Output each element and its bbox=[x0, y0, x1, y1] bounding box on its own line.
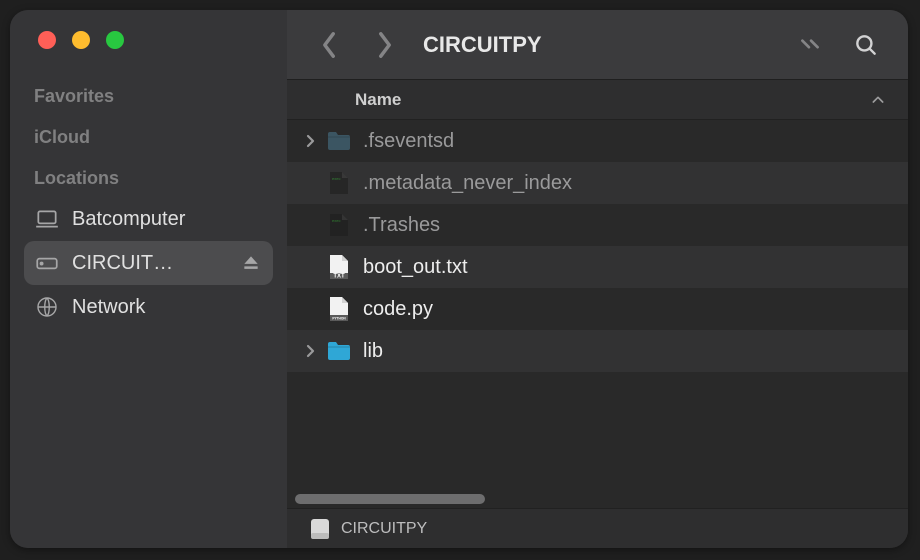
disclosure-triangle-icon[interactable] bbox=[295, 134, 325, 148]
document-icon: TXT bbox=[325, 253, 353, 281]
eject-icon[interactable] bbox=[239, 253, 263, 273]
horizontal-scrollbar[interactable] bbox=[287, 490, 908, 508]
sidebar-item-circuitpy[interactable]: CIRCUIT… bbox=[24, 241, 273, 285]
file-name: .Trashes bbox=[363, 214, 440, 237]
removable-disk-icon bbox=[309, 518, 331, 540]
sort-ascending-icon bbox=[870, 92, 886, 108]
main-pane: CIRCUITPY Name .fseventsd bbox=[287, 10, 908, 548]
window-controls bbox=[10, 10, 287, 70]
search-button[interactable] bbox=[844, 23, 888, 67]
sidebar-item-label: CIRCUIT… bbox=[72, 252, 227, 275]
sidebar-section-favorites[interactable]: Favorites bbox=[10, 70, 287, 111]
document-icon: exec bbox=[325, 169, 353, 197]
file-list[interactable]: .fseventsd exec .metadata_never_index ex… bbox=[287, 120, 908, 486]
sidebar-items: Batcomputer CIRCUIT… bbox=[10, 193, 287, 329]
finder-window: Favorites iCloud Locations Batcomputer C… bbox=[10, 10, 908, 548]
pathbar-item[interactable]: CIRCUITPY bbox=[341, 520, 427, 538]
file-name: code.py bbox=[363, 298, 433, 321]
file-row[interactable]: TXT boot_out.txt bbox=[287, 246, 908, 288]
globe-icon bbox=[34, 294, 60, 320]
svg-text:PYTHON: PYTHON bbox=[332, 317, 346, 321]
file-row[interactable]: PYTHON code.py bbox=[287, 288, 908, 330]
back-button[interactable] bbox=[307, 23, 351, 67]
drive-icon bbox=[34, 250, 60, 276]
laptop-icon bbox=[34, 206, 60, 232]
sidebar-section-icloud[interactable]: iCloud bbox=[10, 111, 287, 152]
column-header-label: Name bbox=[355, 90, 401, 110]
pathbar[interactable]: CIRCUITPY bbox=[287, 508, 908, 548]
sidebar-item-batcomputer[interactable]: Batcomputer bbox=[24, 197, 273, 241]
maximize-icon[interactable] bbox=[106, 31, 124, 49]
file-name: boot_out.txt bbox=[363, 256, 468, 279]
document-icon: exec bbox=[325, 211, 353, 239]
folder-icon bbox=[325, 127, 353, 155]
svg-text:exec: exec bbox=[332, 218, 340, 223]
toolbar: CIRCUITPY bbox=[287, 10, 908, 80]
file-name: .metadata_never_index bbox=[363, 172, 572, 195]
scrollbar-thumb[interactable] bbox=[295, 494, 485, 504]
svg-text:exec: exec bbox=[332, 176, 340, 181]
file-row[interactable]: lib bbox=[287, 330, 908, 372]
document-icon: PYTHON bbox=[325, 295, 353, 323]
sidebar-item-label: Network bbox=[72, 296, 263, 319]
sidebar: Favorites iCloud Locations Batcomputer C… bbox=[10, 10, 287, 548]
file-row[interactable]: exec .metadata_never_index bbox=[287, 162, 908, 204]
svg-text:TXT: TXT bbox=[333, 274, 345, 280]
forward-button[interactable] bbox=[363, 23, 407, 67]
sidebar-section-locations[interactable]: Locations bbox=[10, 152, 287, 193]
close-icon[interactable] bbox=[38, 31, 56, 49]
sidebar-item-label: Batcomputer bbox=[72, 208, 263, 231]
minimize-icon[interactable] bbox=[72, 31, 90, 49]
folder-icon bbox=[325, 337, 353, 365]
file-name: .fseventsd bbox=[363, 130, 454, 153]
column-header-name[interactable]: Name bbox=[287, 80, 908, 120]
file-name: lib bbox=[363, 340, 383, 363]
file-row[interactable]: exec .Trashes bbox=[287, 204, 908, 246]
window-title: CIRCUITPY bbox=[419, 32, 542, 58]
disclosure-triangle-icon[interactable] bbox=[295, 344, 325, 358]
overflow-button[interactable] bbox=[788, 23, 832, 67]
file-row[interactable]: .fseventsd bbox=[287, 120, 908, 162]
sidebar-item-network[interactable]: Network bbox=[24, 285, 273, 329]
